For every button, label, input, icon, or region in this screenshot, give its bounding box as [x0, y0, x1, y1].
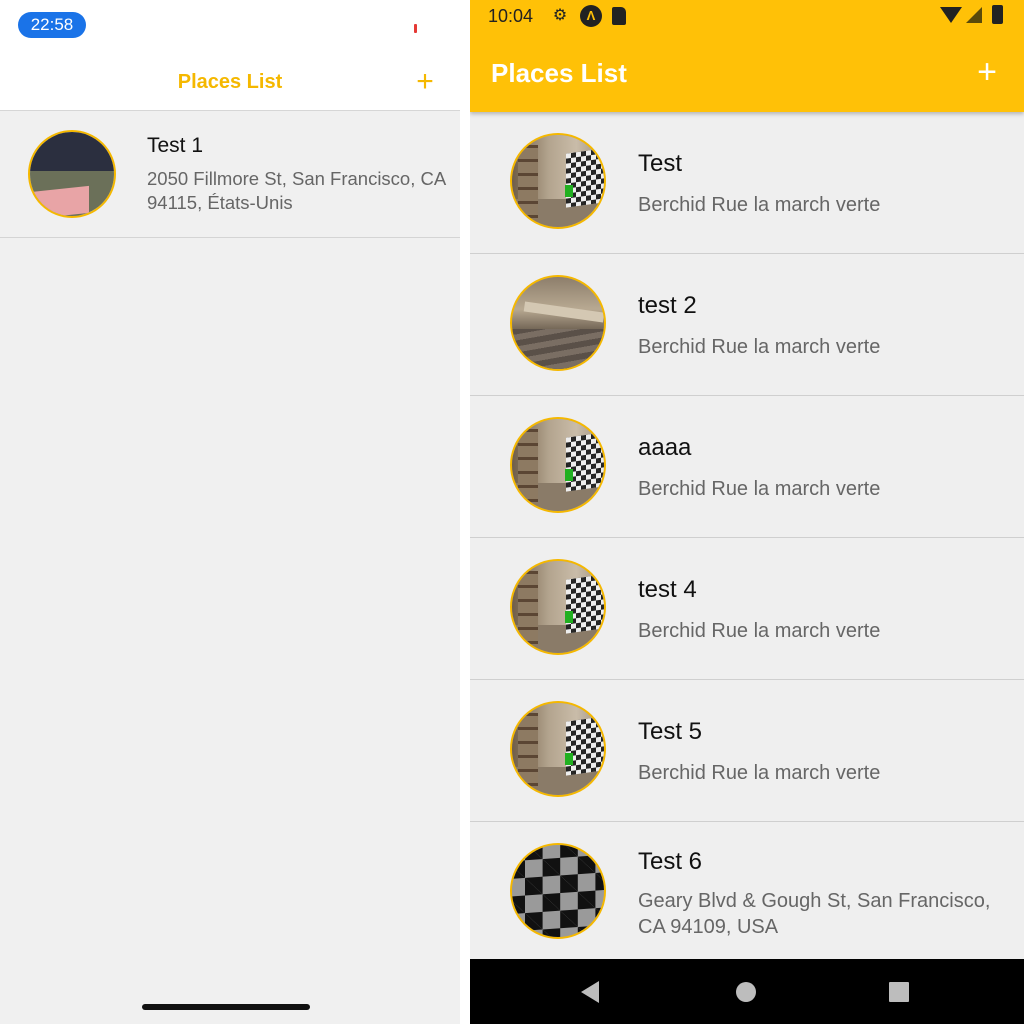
- add-place-button[interactable]: +: [412, 65, 438, 99]
- list-item[interactable]: Test Berchid Rue la march verte: [470, 112, 1024, 254]
- ios-screen: 22:58 Places List + Test 1 2050 Fillmore…: [0, 0, 460, 1024]
- battery-icon: [992, 5, 1003, 24]
- home-icon[interactable]: [736, 982, 756, 1002]
- back-icon[interactable]: [581, 981, 599, 1003]
- sd-card-icon: [612, 7, 626, 25]
- list-item[interactable]: Test 6 Geary Blvd & Gough St, San Franci…: [470, 822, 1024, 964]
- place-thumbnail: [510, 275, 606, 371]
- place-address: Berchid Rue la march verte: [638, 194, 881, 216]
- place-address: 2050 Fillmore St, San Francisco, CA 9411…: [147, 168, 446, 213]
- android-screen: 10:04 ⚙ Λ Places List + Test Berchid Rue…: [470, 0, 1024, 1024]
- page-title: Places List: [177, 71, 283, 93]
- place-title: aaaa: [638, 434, 692, 461]
- wifi-icon: [940, 7, 962, 23]
- place-thumbnail: [510, 133, 606, 229]
- place-title: Test 1: [147, 134, 204, 157]
- place-address: Berchid Rue la march verte: [638, 762, 881, 784]
- status-time: 22:58: [18, 12, 86, 38]
- home-indicator[interactable]: [142, 1004, 310, 1010]
- place-address: Berchid Rue la march verte: [638, 620, 881, 642]
- place-address: Berchid Rue la march verte: [638, 478, 881, 500]
- place-title: test 2: [638, 292, 697, 319]
- add-place-button[interactable]: +: [972, 55, 1002, 89]
- place-thumbnail: [510, 417, 606, 513]
- place-title: test 4: [638, 576, 697, 603]
- place-thumbnail: [28, 130, 116, 218]
- recording-indicator-icon: [414, 24, 417, 33]
- signal-icon: [966, 7, 982, 23]
- place-address: Geary Blvd & Gough St, San Francisco, CA…: [638, 890, 991, 938]
- list-item[interactable]: Test 1 2050 Fillmore St, San Francisco, …: [0, 111, 460, 238]
- place-title: Test 5: [638, 718, 703, 745]
- gear-icon: ⚙: [552, 7, 568, 24]
- app-bar: 10:04 ⚙ Λ Places List +: [470, 0, 1024, 112]
- place-thumbnail: [510, 843, 606, 939]
- ios-status-bar: 22:58: [0, 0, 460, 56]
- list-item[interactable]: test 2 Berchid Rue la march verte: [470, 254, 1024, 396]
- place-title: Test 6: [638, 848, 703, 875]
- place-address: Berchid Rue la march verte: [638, 336, 881, 358]
- place-thumbnail: [510, 559, 606, 655]
- app-logo-icon: Λ: [580, 5, 602, 27]
- status-time: 10:04: [488, 6, 534, 26]
- list-item[interactable]: Test 5 Berchid Rue la march verte: [470, 680, 1024, 822]
- page-title: Places List: [491, 58, 627, 88]
- list-item[interactable]: test 4 Berchid Rue la march verte: [470, 538, 1024, 680]
- system-nav-bar: [470, 959, 1024, 1024]
- list-item[interactable]: aaaa Berchid Rue la march verte: [470, 396, 1024, 538]
- places-list: Test Berchid Rue la march verte test 2 B…: [470, 112, 1024, 964]
- ios-nav-header: Places List +: [0, 56, 460, 111]
- recents-icon[interactable]: [889, 982, 909, 1002]
- panel-divider: [460, 0, 470, 1024]
- place-title: Test: [638, 150, 683, 177]
- place-thumbnail: [510, 701, 606, 797]
